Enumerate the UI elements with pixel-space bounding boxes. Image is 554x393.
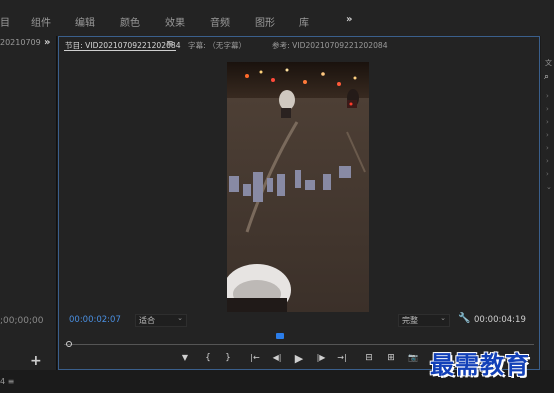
mark-out-button[interactable]: } (221, 353, 235, 363)
bottom-panel-tab[interactable]: 4 ≡ (0, 377, 14, 386)
add-marker-button[interactable]: ▼ (178, 353, 192, 362)
zoom-level-select[interactable]: 适合 ⌄ (135, 314, 187, 327)
current-timecode[interactable]: 00:00:02:07 (69, 315, 121, 325)
play-button[interactable]: ▶ (292, 352, 306, 365)
chevron-down-icon: ⌄ (440, 314, 446, 322)
insert-button[interactable]: ⊟ (362, 353, 376, 363)
menu-item-color[interactable]: 颜色 (120, 14, 140, 29)
go-to-in-button[interactable]: |← (248, 353, 262, 362)
search-icon[interactable]: ⌕ (544, 72, 549, 82)
menu-item-graphics[interactable]: 图形 (255, 14, 275, 29)
right-panel (541, 36, 554, 370)
step-back-button[interactable]: ◀| (270, 353, 284, 362)
menu-item-effects[interactable]: 效果 (165, 14, 185, 29)
panel-menu-icon[interactable]: ≡ (166, 39, 174, 49)
in-point-marker[interactable] (66, 341, 72, 347)
chevron-down-icon: ⌄ (177, 314, 183, 322)
active-tab-indicator (64, 50, 176, 51)
menu-overflow-icon[interactable]: » (346, 14, 352, 25)
playback-resolution-value: 完整 (402, 316, 418, 325)
playhead[interactable] (276, 333, 285, 339)
left-panel-timecode: ;00;00;00 (0, 316, 44, 326)
go-to-out-button[interactable]: →| (335, 353, 349, 362)
duration-timecode: 00:00:04:19 (474, 315, 526, 325)
menu-item-libraries[interactable]: 库 (299, 14, 309, 29)
zoom-level-value: 适合 (139, 316, 155, 325)
tab-captions[interactable]: 字幕: （无字幕） (188, 40, 246, 51)
video-scene-image (227, 62, 369, 312)
menu-item-partial[interactable]: 目 (0, 14, 10, 29)
wrench-icon[interactable]: 🔧 (458, 313, 470, 324)
add-button[interactable]: + (30, 353, 42, 369)
overwrite-button[interactable]: ⊞ (384, 353, 398, 363)
menu-item-assembly[interactable]: 组件 (31, 14, 51, 29)
left-panel-tab[interactable]: 20210709 (0, 38, 41, 47)
tab-reference-monitor[interactable]: 参考: VID20210709221202084 (272, 40, 388, 51)
step-forward-button[interactable]: |▶ (314, 353, 328, 362)
export-frame-button[interactable]: 📷 (406, 353, 420, 362)
menu-item-editing[interactable]: 编辑 (75, 14, 95, 29)
right-panel-label: 文 (545, 59, 552, 67)
right-panel-chevrons[interactable]: › › › › › › › ⌄ (546, 90, 552, 194)
watermark-logo: 最需教育 (430, 350, 530, 379)
playback-resolution-select[interactable]: 完整 ⌄ (398, 314, 450, 327)
left-panel-overflow-icon[interactable]: » (44, 37, 50, 48)
mark-in-button[interactable]: { (201, 353, 215, 363)
menu-item-audio[interactable]: 音频 (210, 14, 230, 29)
video-frame (227, 62, 369, 312)
